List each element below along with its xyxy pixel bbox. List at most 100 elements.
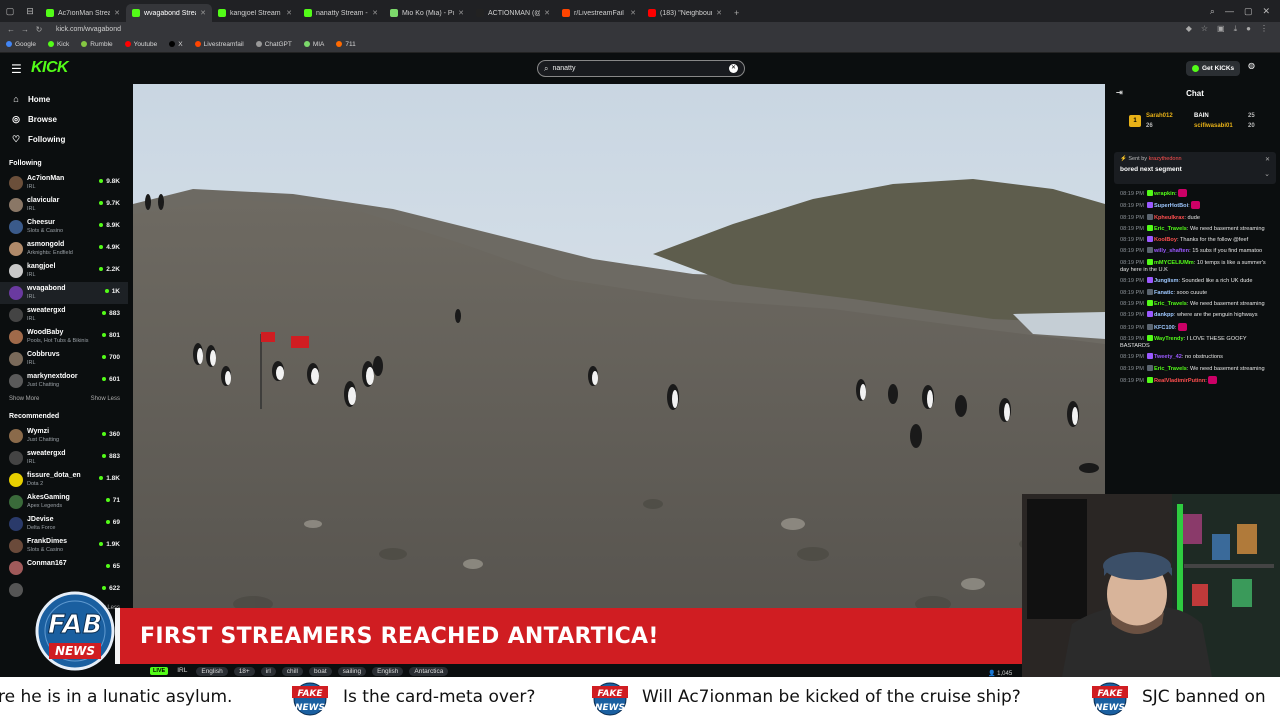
message-username[interactable]: Eric_Travels: [1154, 301, 1187, 307]
search-box[interactable]: ⌕ ✕: [537, 60, 745, 77]
close-tab-icon[interactable]: ✕: [458, 9, 464, 17]
back-icon[interactable]: ←: [4, 25, 18, 34]
sidebar-channel[interactable]: JDevise Delta Force 69: [0, 513, 128, 535]
bookmark-item[interactable]: Google: [6, 41, 36, 48]
browser-tab[interactable]: Mio Ko (Mia) - Pump ✕: [384, 4, 470, 22]
message-username[interactable]: WayTrendy: [1154, 336, 1184, 342]
close-tab-icon[interactable]: ✕: [286, 9, 292, 17]
message-username[interactable]: SuperHotBoi: [1154, 203, 1188, 209]
close-tab-icon[interactable]: ✕: [372, 9, 378, 17]
chevron-down-icon[interactable]: ⌄: [1264, 170, 1270, 178]
minimize-icon[interactable]: —: [1225, 6, 1234, 17]
profile-icon[interactable]: ●: [1246, 24, 1251, 34]
message-username[interactable]: KoolBoy: [1154, 237, 1177, 243]
clear-search-icon[interactable]: ✕: [729, 64, 738, 73]
stream-tag[interactable]: IRL: [174, 667, 190, 676]
stream-tag[interactable]: English: [372, 666, 404, 676]
message-username[interactable]: dankpp: [1154, 312, 1174, 318]
stream-tag[interactable]: sailing: [337, 666, 367, 676]
message-username[interactable]: Junglism: [1154, 278, 1179, 284]
new-tab-button[interactable]: +: [728, 4, 745, 22]
bookmark-item[interactable]: 711: [336, 41, 356, 48]
leader-3-name[interactable]: scifiwasabi01: [1194, 123, 1233, 129]
sidebar-channel[interactable]: markynextdoor Just Chatting 601: [0, 370, 128, 392]
menu-icon[interactable]: ☰: [11, 62, 22, 76]
sidebar-channel[interactable]: kangjoel IRL 2.2K: [0, 260, 128, 282]
message-username[interactable]: KFC100: [1154, 325, 1175, 331]
sidebar-channel[interactable]: FrankDimes Slots & Casino 1.9K: [0, 535, 128, 557]
close-tab-icon[interactable]: ✕: [114, 9, 120, 17]
message-username[interactable]: Tweety_42: [1154, 354, 1182, 360]
reload-icon[interactable]: ↻: [32, 25, 46, 34]
sidebar-channel[interactable]: sweatergxd IRL 883: [0, 447, 128, 469]
bookmark-item[interactable]: Rumble: [81, 41, 113, 48]
show-more-button[interactable]: Show More: [9, 396, 39, 402]
bookmark-item[interactable]: ChatGPT: [255, 41, 292, 48]
sidebar-channel[interactable]: sweatergxd IRL 883: [0, 304, 128, 326]
leader-1-name[interactable]: Sarah012: [1146, 113, 1173, 119]
search-tabs-icon[interactable]: ⌕: [1210, 6, 1215, 17]
stream-tag[interactable]: irl: [260, 666, 276, 676]
extension-icon[interactable]: ◆: [1186, 24, 1192, 34]
close-tab-icon[interactable]: ✕: [200, 9, 206, 17]
sidebar-channel[interactable]: asmongold Arknights: Endfield 4.9K: [0, 238, 128, 260]
browser-tab[interactable]: wvagabond Stream - ✕: [126, 4, 212, 22]
close-tab-icon[interactable]: ✕: [716, 9, 722, 17]
bookmark-item[interactable]: MIA: [303, 41, 324, 48]
sidebar-toggle-icon[interactable]: ⊟: [20, 0, 40, 22]
stream-tag[interactable]: Antarctica: [409, 666, 449, 676]
collapse-chat-icon[interactable]: ⇥: [1116, 88, 1123, 97]
sidebar-channel[interactable]: clavicular IRL 9.7K: [0, 194, 128, 216]
message-username[interactable]: Kpheulkrax: [1154, 215, 1184, 221]
sidebar-channel[interactable]: fissure_dota_en Dota 2 1.8K: [0, 469, 128, 491]
video-player[interactable]: [133, 84, 1105, 661]
download-icon[interactable]: ⤓: [1234, 24, 1238, 34]
url-field[interactable]: kick.com/wvagabond: [56, 26, 121, 33]
message-username[interactable]: mMYCELIUMm: [1154, 260, 1194, 266]
message-username[interactable]: Fanatic: [1154, 290, 1174, 296]
sidebar-channel[interactable]: Wymzi Just Chatting 360: [0, 425, 128, 447]
user-avatar-icon[interactable]: ◍: [1244, 61, 1259, 76]
sidebar-channel[interactable]: wvagabond IRL 1K: [0, 282, 128, 304]
bookmark-item[interactable]: Kick: [47, 41, 69, 48]
browser-tab[interactable]: kangjoel Stream - Wa ✕: [212, 4, 298, 22]
browser-tab[interactable]: r/LivestreamFail ✕: [556, 4, 642, 22]
sidebar-channel[interactable]: WoodBaby Pools, Hot Tubs & Bikinis 801: [0, 326, 128, 348]
pinned-by-user[interactable]: krazythedonn: [1149, 156, 1182, 162]
browser-tab[interactable]: ACTIONMAN (@Ac7ionM ✕: [470, 4, 556, 22]
bookmark-star-icon[interactable]: ☆: [1201, 24, 1208, 34]
close-window-icon[interactable]: ✕: [1262, 6, 1270, 17]
sidebar-nav-browse[interactable]: ◎ Browse: [0, 109, 128, 129]
maximize-icon[interactable]: ▢: [1244, 6, 1253, 17]
sidebar-channel[interactable]: AkesGaming Apex Legends 71: [0, 491, 128, 513]
sidebar-channel[interactable]: Ac7ionMan IRL 9.8K: [0, 172, 128, 194]
browser-tab[interactable]: (183) "Neighbour Love a V✕: [642, 4, 728, 22]
stream-tag[interactable]: 18+: [233, 666, 255, 676]
message-username[interactable]: willy_shaften: [1154, 248, 1189, 254]
bookmark-item[interactable]: Livestreamfail: [194, 41, 244, 48]
window-menu-icon[interactable]: ▢: [0, 0, 20, 22]
forward-icon[interactable]: →: [18, 25, 32, 34]
bookmark-item[interactable]: X: [169, 41, 183, 48]
stream-tag[interactable]: chill: [281, 666, 303, 676]
pinned-message[interactable]: ⚡ Sent by krazythedonn bored next segmen…: [1114, 152, 1276, 184]
bookmark-item[interactable]: Youtube: [124, 41, 157, 48]
kick-logo[interactable]: KICK: [31, 59, 69, 77]
message-username[interactable]: wrapkin: [1154, 191, 1175, 197]
browser-tab[interactable]: Ac7ionMan Stream - V✕: [40, 4, 126, 22]
browser-tab[interactable]: nanatty Stream - Watc ✕: [298, 4, 384, 22]
leader-2-name[interactable]: BAIN: [1194, 113, 1209, 119]
stream-tag[interactable]: English: [196, 666, 228, 676]
close-tab-icon[interactable]: ✕: [630, 9, 636, 17]
sidebar-nav-home[interactable]: ⌂ Home: [0, 89, 128, 109]
sidebar-channel[interactable]: Cheesur Slots & Casino 8.9K: [0, 216, 128, 238]
tab-search-icon[interactable]: ▣: [1217, 24, 1225, 34]
close-tab-icon[interactable]: ✕: [544, 9, 550, 17]
message-username[interactable]: Eric_Travels: [1154, 226, 1187, 232]
browser-menu-icon[interactable]: ⋮: [1260, 24, 1268, 34]
stream-tag[interactable]: boat: [308, 666, 332, 676]
sidebar-channel[interactable]: Conman167 65: [0, 557, 128, 579]
message-username[interactable]: Eric_Travels: [1154, 366, 1187, 372]
unpin-icon[interactable]: ✕: [1265, 156, 1270, 163]
message-username[interactable]: RealVladimirPutinn: [1154, 378, 1205, 384]
